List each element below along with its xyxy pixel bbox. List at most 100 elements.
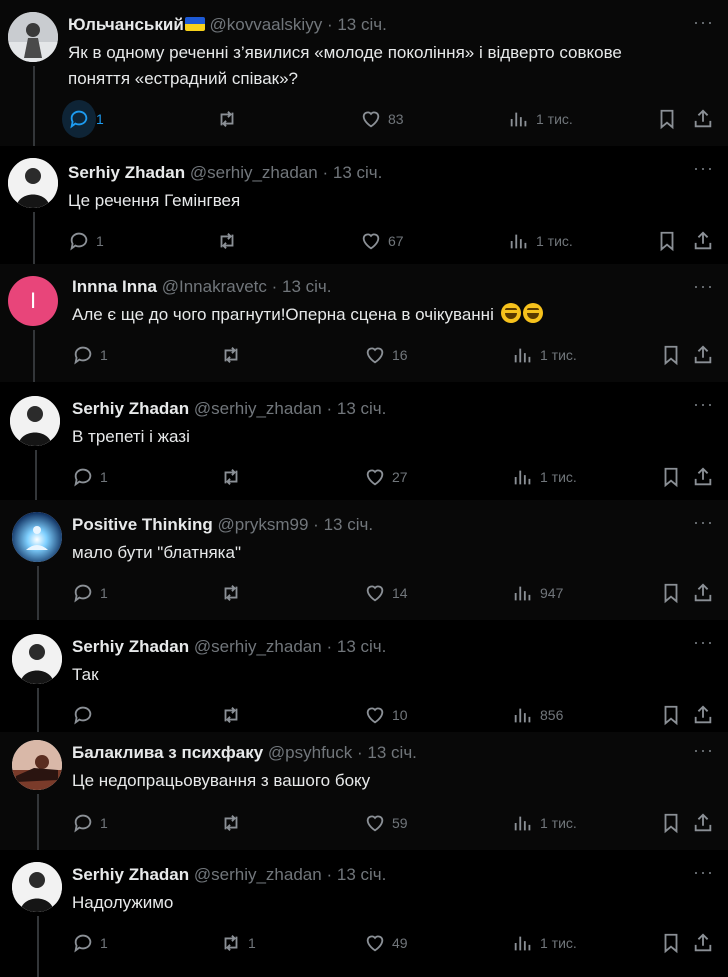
user-handle[interactable]: @pryksm99 — [217, 515, 308, 534]
tweet-header: Serhiy Zhadan @serhiy_zhadan · 13 січ. — [68, 163, 383, 182]
user-handle[interactable]: @serhiy_zhadan — [190, 163, 318, 182]
bookmark-button[interactable] — [660, 342, 682, 368]
tweet[interactable]: Юльчанський @kovvaalskiyy · 13 січ. ··· … — [0, 0, 728, 146]
tweet[interactable]: I Innna Inna @Innakravetc · 13 січ. ··· … — [0, 264, 728, 382]
timestamp[interactable]: 13 січ. — [367, 743, 417, 762]
tweet[interactable]: Serhiy Zhadan @serhiy_zhadan · 13 січ. ·… — [0, 620, 728, 732]
retweet-button[interactable] — [220, 810, 248, 836]
more-options-icon[interactable]: ··· — [693, 512, 714, 533]
display-name[interactable]: Serhiy Zhadan — [72, 865, 189, 884]
avatar[interactable] — [12, 862, 62, 912]
tweet[interactable]: Балаклива з психфаку @psyhfuck · 13 січ.… — [0, 732, 728, 850]
avatar[interactable]: I — [8, 276, 58, 326]
like-button[interactable]: 10 — [364, 702, 408, 728]
tweet-actions: 1 1 49 1 тис. — [72, 930, 718, 956]
timestamp[interactable]: 13 січ. — [337, 399, 387, 418]
avatar[interactable] — [10, 396, 60, 446]
like-button[interactable]: 27 — [364, 464, 408, 490]
like-button[interactable]: 67 — [360, 228, 404, 254]
more-options-icon[interactable]: ··· — [693, 740, 714, 761]
avatar[interactable] — [8, 12, 58, 62]
tweet[interactable]: Serhiy Zhadan @serhiy_zhadan · 13 січ. ·… — [0, 850, 728, 977]
views-button[interactable]: 1 тис. — [512, 810, 577, 836]
reply-button[interactable]: 1 — [68, 228, 104, 254]
view-count: 1 тис. — [540, 347, 577, 363]
bookmark-button[interactable] — [660, 464, 682, 490]
like-button[interactable]: 59 — [364, 810, 408, 836]
views-button[interactable]: 1 тис. — [508, 106, 573, 132]
reply-button[interactable]: 1 — [72, 464, 108, 490]
views-button[interactable]: 1 тис. — [512, 464, 577, 490]
user-handle[interactable]: @serhiy_zhadan — [194, 399, 322, 418]
share-button[interactable] — [692, 106, 714, 132]
timestamp[interactable]: 13 січ. — [324, 515, 374, 534]
retweet-button[interactable]: 1 — [220, 930, 256, 956]
user-handle[interactable]: @psyhfuck — [268, 743, 352, 762]
share-button[interactable] — [692, 464, 714, 490]
views-button[interactable]: 1 тис. — [508, 228, 573, 254]
reply-button[interactable]: 1 — [72, 342, 108, 368]
heart-icon — [362, 233, 380, 250]
like-button[interactable]: 16 — [364, 342, 408, 368]
retweet-button[interactable] — [220, 580, 248, 606]
reply-button[interactable]: 1 — [72, 580, 108, 606]
more-options-icon[interactable]: ··· — [693, 632, 714, 653]
user-handle[interactable]: @Innakravetc — [162, 277, 267, 296]
more-options-icon[interactable]: ··· — [693, 276, 714, 297]
retweet-button[interactable] — [220, 342, 248, 368]
like-button[interactable]: 83 — [360, 106, 404, 132]
more-options-icon[interactable]: ··· — [693, 12, 714, 33]
avatar[interactable] — [8, 158, 58, 208]
like-button[interactable]: 49 — [364, 930, 408, 956]
bookmark-button[interactable] — [656, 106, 678, 132]
views-button[interactable]: 856 — [512, 702, 563, 728]
display-name[interactable]: Serhiy Zhadan — [68, 163, 185, 182]
user-handle[interactable]: @kovvaalskiyy — [210, 15, 323, 34]
reply-button[interactable]: 1 — [72, 810, 108, 836]
bookmark-button[interactable] — [660, 580, 682, 606]
share-button[interactable] — [692, 702, 714, 728]
timestamp[interactable]: 13 січ. — [282, 277, 332, 296]
display-name[interactable]: Positive Thinking — [72, 515, 213, 534]
like-button[interactable]: 14 — [364, 580, 408, 606]
display-name[interactable]: Юльчанський — [68, 15, 184, 34]
display-name[interactable]: Innna Inna — [72, 277, 157, 296]
share-button[interactable] — [692, 810, 714, 836]
display-name[interactable]: Serhiy Zhadan — [72, 637, 189, 656]
more-options-icon[interactable]: ··· — [693, 394, 714, 415]
retweet-button[interactable] — [216, 228, 244, 254]
bookmark-button[interactable] — [660, 702, 682, 728]
bookmark-button[interactable] — [660, 930, 682, 956]
timestamp[interactable]: 13 січ. — [337, 15, 387, 34]
display-name[interactable]: Serhiy Zhadan — [72, 399, 189, 418]
retweet-button[interactable] — [216, 106, 244, 132]
timestamp[interactable]: 13 січ. — [337, 637, 387, 656]
reply-button[interactable]: 1 — [62, 100, 104, 138]
avatar[interactable] — [12, 634, 62, 684]
share-button[interactable] — [692, 228, 714, 254]
bookmark-button[interactable] — [656, 228, 678, 254]
reply-button[interactable] — [72, 702, 100, 728]
views-button[interactable]: 947 — [512, 580, 563, 606]
retweet-button[interactable] — [220, 702, 248, 728]
share-button[interactable] — [692, 580, 714, 606]
views-button[interactable]: 1 тис. — [512, 930, 577, 956]
bookmark-button[interactable] — [660, 810, 682, 836]
avatar[interactable] — [12, 512, 62, 562]
tweet[interactable]: Serhiy Zhadan @serhiy_zhadan · 13 січ. ·… — [0, 382, 728, 500]
timestamp[interactable]: 13 січ. — [337, 865, 387, 884]
tweet[interactable]: Positive Thinking @pryksm99 · 13 січ. ··… — [0, 500, 728, 620]
timestamp[interactable]: 13 січ. — [333, 163, 383, 182]
share-button[interactable] — [692, 930, 714, 956]
retweet-button[interactable] — [220, 464, 248, 490]
views-button[interactable]: 1 тис. — [512, 342, 577, 368]
tweet[interactable]: Serhiy Zhadan @serhiy_zhadan · 13 січ. ·… — [0, 146, 728, 264]
user-handle[interactable]: @serhiy_zhadan — [194, 637, 322, 656]
more-options-icon[interactable]: ··· — [693, 158, 714, 179]
display-name[interactable]: Балаклива з психфаку — [72, 743, 263, 762]
user-handle[interactable]: @serhiy_zhadan — [194, 865, 322, 884]
reply-button[interactable]: 1 — [72, 930, 108, 956]
more-options-icon[interactable]: ··· — [693, 862, 714, 883]
avatar[interactable] — [12, 740, 62, 790]
share-button[interactable] — [692, 342, 714, 368]
